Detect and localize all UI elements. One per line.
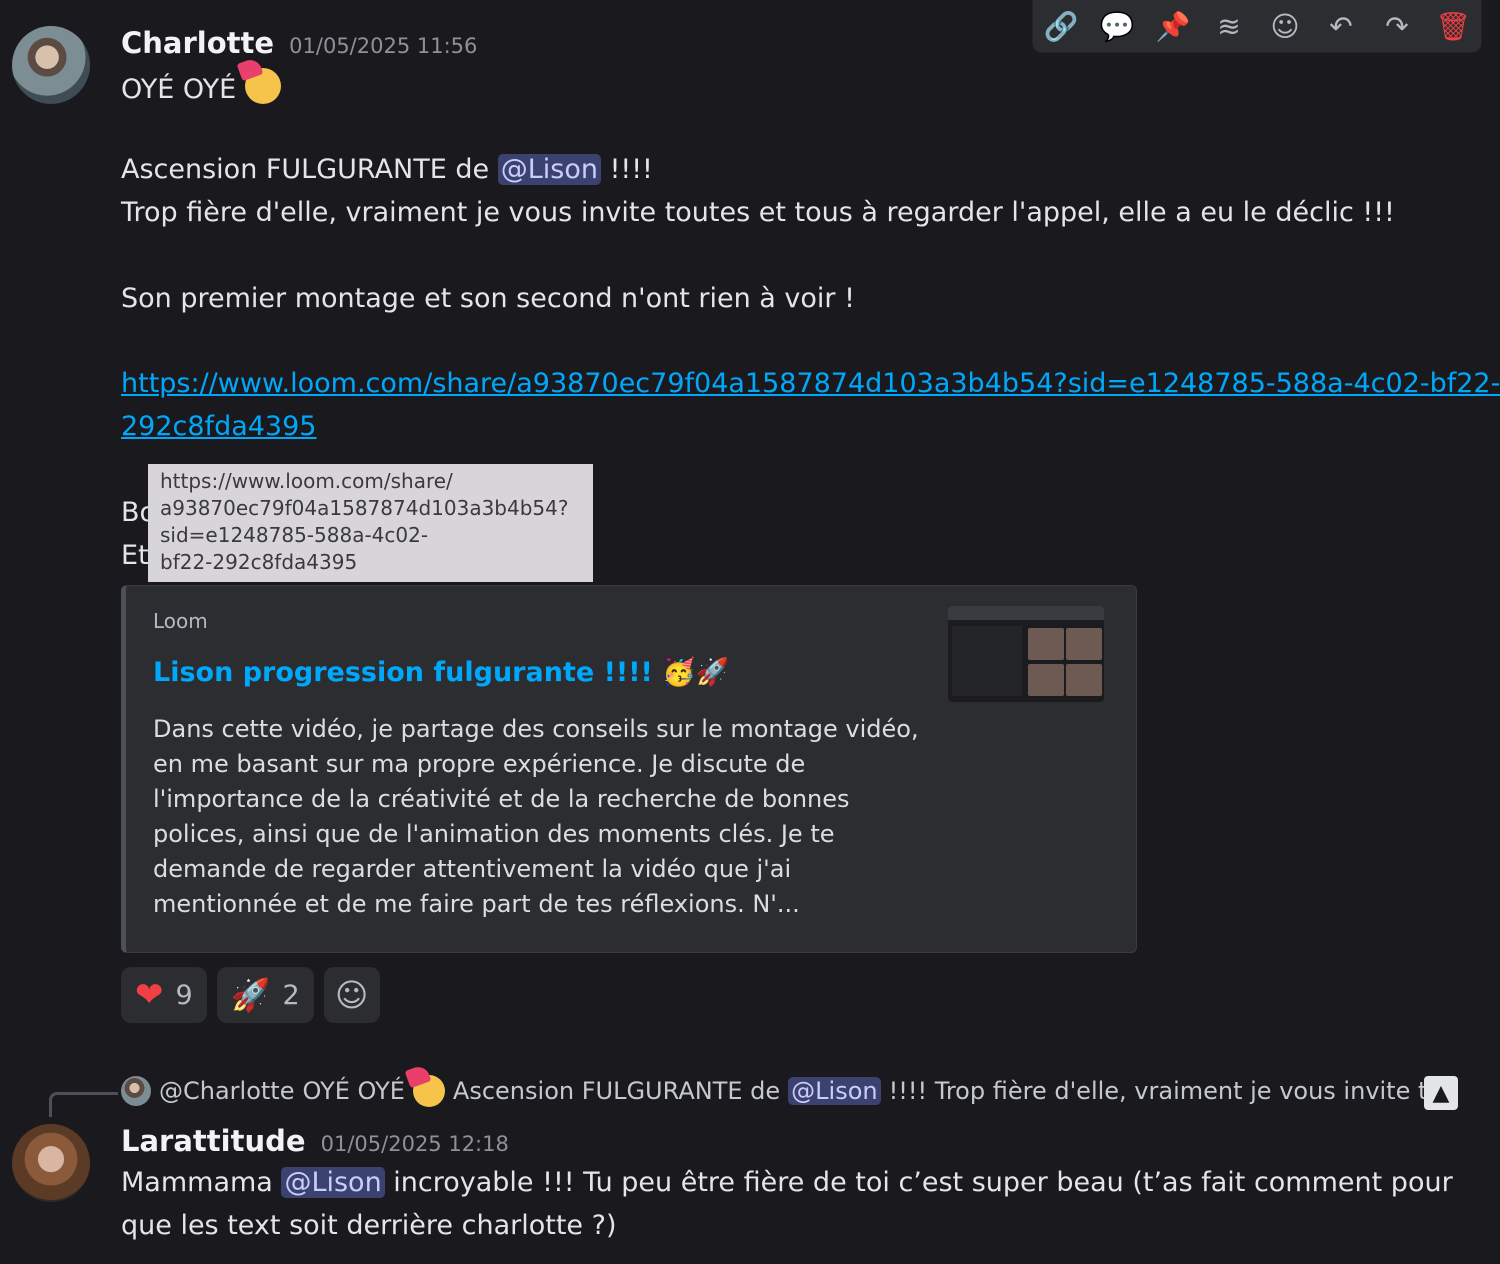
reply-text: OYÉ OYÉ	[302, 1077, 405, 1105]
link-embed: Loom Lison progression fulgurante !!!! 🥳…	[121, 585, 1137, 953]
avatar[interactable]	[12, 1124, 90, 1202]
thumbnail-face	[1028, 664, 1064, 696]
message-line: OYÉ OYÉ	[121, 68, 281, 105]
forward-icon[interactable]: ↷	[1377, 6, 1417, 46]
user-mention[interactable]: @Lison	[281, 1167, 385, 1198]
embed-description: Dans cette vidéo, je partage des conseil…	[153, 715, 919, 918]
partying-face-emoji	[412, 1075, 445, 1107]
heart-icon: ❤	[135, 975, 164, 1015]
reply-avatar	[121, 1076, 151, 1106]
embed-title[interactable]: Lison progression fulgurante !!!! 🥳🚀	[153, 656, 729, 688]
tooltip-text: sid=e1248785-588a-4c02-	[160, 523, 429, 547]
username[interactable]: Larattitude	[121, 1124, 306, 1158]
message-line: Mammama @Lison incroyable !!! Tu peu êtr…	[121, 1167, 1453, 1198]
avatar[interactable]	[12, 26, 90, 104]
user-mention[interactable]: @Lison	[497, 154, 601, 185]
thumbnail-face	[1066, 628, 1102, 660]
thumbnail-face	[1066, 664, 1102, 696]
pin-icon[interactable]: 📌	[1153, 6, 1193, 46]
username[interactable]: Charlotte	[121, 26, 274, 60]
reply-preview[interactable]: @Charlotte OYÉ OYÉ Ascension FULGURANTE …	[121, 1075, 1450, 1107]
trash-icon[interactable]: 🗑	[1433, 6, 1473, 46]
message-text: incroyable !!! Tu peu être fière de toi …	[393, 1167, 1453, 1198]
message-text: que les text soit derrière charlotte ?)	[121, 1210, 617, 1241]
reply-author[interactable]: @Charlotte	[159, 1077, 294, 1105]
link-icon[interactable]: 🔗	[1041, 6, 1081, 46]
message-text: OYÉ OYÉ	[121, 74, 237, 105]
thumbnail-face	[1028, 628, 1064, 660]
reply-text: !!!! Trop fière d'elle, vraiment je vous…	[888, 1077, 1451, 1105]
embed-thumbnail[interactable]	[948, 606, 1104, 702]
loom-link-continued[interactable]: 292c8fda4395	[121, 411, 316, 442]
timestamp: 01/05/2025 12:18	[320, 1132, 509, 1156]
add-reaction-button[interactable]: ☺	[323, 967, 380, 1023]
message-text: Trop fière d'elle, vraiment je vous invi…	[121, 197, 1395, 228]
smiley-icon: ☺	[335, 976, 369, 1014]
link-tooltip: https://www.loom.com/share/ a93870ec79f0…	[148, 464, 593, 582]
image-icon[interactable]: ▲	[1424, 1076, 1458, 1110]
reaction-rocket[interactable]: 🚀 2	[216, 967, 314, 1023]
message-text: Son premier montage et son second n'ont …	[121, 283, 855, 314]
reaction-count: 2	[282, 979, 300, 1011]
apps-icon[interactable]: ≋	[1209, 6, 1249, 46]
reaction-count: 9	[175, 979, 193, 1011]
message-header: Larattitude 01/05/2025 12:18	[121, 1124, 509, 1158]
add-reaction-icon[interactable]: ☺	[1265, 6, 1305, 46]
thread-icon[interactable]: 💬	[1097, 6, 1137, 46]
message-text: !!!!	[609, 154, 653, 185]
tooltip-text: https://www.loom.com/share/	[160, 469, 453, 493]
rocket-icon: 🚀	[230, 976, 271, 1014]
message-action-toolbar: 🔗 💬 📌 ≋ ☺ ↶ ↷ 🗑	[1032, 0, 1482, 53]
timestamp: 01/05/2025 11:56	[289, 34, 478, 58]
loom-link[interactable]: https://www.loom.com/share/a93870ec79f04…	[121, 368, 1500, 399]
thumbnail-pane	[952, 626, 1022, 696]
reaction-heart[interactable]: ❤ 9	[121, 967, 207, 1023]
tooltip-text: a93870ec79f04a1587874d103a3b4b54?	[160, 496, 569, 520]
reply-text: Ascension FULGURANTE de	[452, 1077, 781, 1105]
message-header: Charlotte 01/05/2025 11:56	[121, 26, 477, 60]
embed-provider[interactable]: Loom	[153, 609, 208, 633]
reply-spine	[49, 1092, 118, 1117]
user-mention[interactable]: @Lison	[788, 1077, 881, 1105]
reactions-bar: ❤ 9 🚀 2 ☺	[121, 967, 380, 1023]
message-text: Et	[121, 540, 149, 571]
tooltip-text: bf22-292c8fda4395	[160, 550, 358, 574]
message-text: Ascension FULGURANTE de	[121, 154, 490, 185]
thumbnail-bar	[948, 606, 1104, 620]
partying-face-emoji	[244, 68, 281, 104]
reply-icon[interactable]: ↶	[1321, 6, 1361, 46]
message-line: Ascension FULGURANTE de @Lison !!!!	[121, 154, 653, 185]
message-text: Mammama	[121, 1167, 273, 1198]
